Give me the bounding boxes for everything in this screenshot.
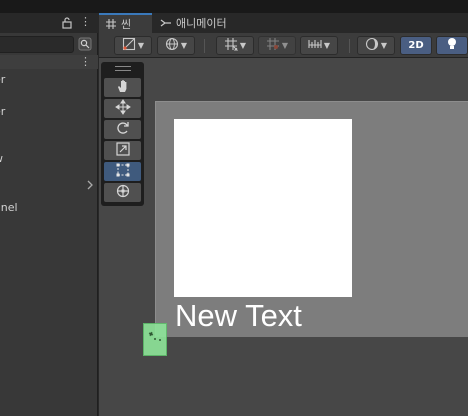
scene-header-kebab-icon[interactable]: ⋮ [80,55,91,69]
rect-tool[interactable] [104,162,141,181]
shading-sphere-icon [365,37,379,54]
scene-tabbar: 씬 애니메이터 [99,13,468,33]
chevron-right-icon[interactable] [86,179,94,190]
transform-icon [115,183,131,202]
drag-handle[interactable] [115,66,131,71]
search-options-icon[interactable] [78,37,92,51]
lighting-toggle[interactable] [436,36,468,55]
hierarchy-search-input[interactable] [0,36,74,53]
light-bulb-icon [446,37,458,54]
tools-overlay [101,62,144,206]
scale-tool[interactable] [104,141,141,160]
lock-icon[interactable] [62,16,72,29]
scene-toolbar: ▼ ▼ ▼ ▼ ▼ ▼ 2D [99,33,468,58]
chevron-down-icon: ▼ [323,41,331,50]
hand-tool[interactable] [104,78,141,97]
move-icon [114,99,131,118]
chevron-down-icon: ▼ [281,41,289,50]
hierarchy-panel: ⋮ ⋮ er er w anel [0,13,98,416]
rotate-tool[interactable] [104,120,141,139]
rotate-icon [115,120,131,139]
scale-icon [115,141,131,160]
orientation-dropdown[interactable]: ▼ [157,36,195,55]
animator-icon [160,17,172,29]
chevron-down-icon: ▼ [239,41,247,50]
globe-icon [165,37,179,54]
ruler-dropdown[interactable]: ▼ [300,36,338,55]
increment-snap-dropdown[interactable]: ▼ [258,36,296,55]
toolbar-divider [204,39,205,53]
toolbar-divider [349,39,350,53]
ruler-icon [308,37,322,54]
chevron-down-icon: ▼ [380,41,388,50]
grid-snap-dropdown[interactable]: ▼ [216,36,254,55]
tab-label: 애니메이터 [176,17,227,30]
ui-text-object[interactable]: New Text [175,298,302,334]
increment-snap-icon [266,37,280,54]
tab-label: 씬 [121,18,132,31]
hierarchy-item[interactable]: anel [0,201,18,214]
hierarchy-item[interactable]: w [0,152,3,165]
draw-mode-icon [122,37,136,54]
transform-tool[interactable] [104,183,141,202]
hierarchy-item[interactable]: er [0,73,5,86]
hand-icon [115,78,131,97]
event-system-gizmo-icon[interactable] [143,323,167,356]
chevron-down-icon: ▼ [137,41,145,50]
ui-image-object[interactable] [174,119,352,297]
hierarchy-item[interactable]: er [0,105,5,118]
grid-icon [105,18,117,30]
title-bar [0,0,468,13]
chevron-down-icon: ▼ [180,41,188,50]
rect-tool-icon [115,162,131,181]
kebab-menu-icon[interactable]: ⋮ [80,15,91,29]
2d-mode-toggle[interactable]: 2D [400,36,432,55]
draw-mode-dropdown[interactable]: ▼ [114,36,152,55]
unity-editor: ⋮ ⋮ er er w anel 씬 애니메이터 [0,0,468,416]
move-tool[interactable] [104,99,141,118]
grid-snap-icon [224,37,239,54]
shading-dropdown[interactable]: ▼ [357,36,395,55]
tab-animator[interactable]: 애니메이터 [154,13,244,33]
tab-scene[interactable]: 씬 [99,13,152,33]
